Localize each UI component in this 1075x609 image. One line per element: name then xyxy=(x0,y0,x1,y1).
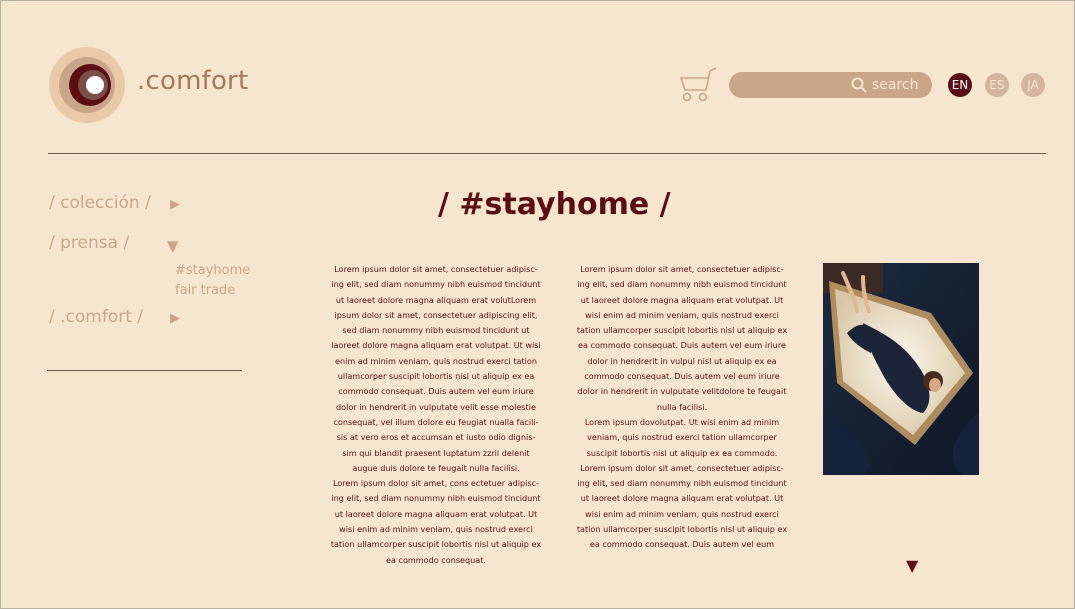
caret-right-icon[interactable]: ▶ xyxy=(170,197,180,212)
paragraph: Lorem ipsum dolor sit amet, cons ectetue… xyxy=(330,478,542,565)
submenu-item-stayhome[interactable]: #stayhome xyxy=(175,263,250,278)
lang-en-button[interactable]: EN xyxy=(948,73,972,97)
lang-es-button[interactable]: ES xyxy=(985,73,1009,97)
brand-name[interactable]: .comfort xyxy=(137,66,248,96)
paragraph: Lorem ipsum dolor sit amet, consectetuer… xyxy=(331,264,541,473)
search-bar[interactable]: search xyxy=(729,72,932,98)
cart-icon[interactable] xyxy=(678,66,718,104)
submenu-item-fair-trade[interactable]: fair trade xyxy=(175,283,235,298)
article-column-2: Lorem ipsum dolor sit amet, consectetuer… xyxy=(576,262,788,553)
paragraph: Lorem ipsum dolor sit amet, consectetuer… xyxy=(576,264,788,412)
header-divider xyxy=(48,153,1046,154)
page-title: / #stayhome / xyxy=(438,187,671,222)
paragraph: Lorem ipsum dovolutpat. Ut wisi enim ad … xyxy=(576,416,788,550)
search-label: search xyxy=(872,77,919,93)
nav-item-comfort[interactable]: / .comfort / xyxy=(49,307,143,327)
logo-icon[interactable] xyxy=(48,46,126,124)
lang-ja-button[interactable]: JA xyxy=(1021,73,1045,97)
sidebar-divider xyxy=(47,370,242,371)
caret-down-icon[interactable]: ▼ xyxy=(167,237,179,255)
article-photo[interactable] xyxy=(823,263,979,475)
caret-right-icon[interactable]: ▶ xyxy=(170,311,180,326)
article-column-1: Lorem ipsum dolor sit amet, consectetuer… xyxy=(330,262,542,568)
nav-item-coleccion[interactable]: / colección / xyxy=(49,193,151,213)
search-icon xyxy=(851,77,867,93)
nav-item-prensa[interactable]: / prensa / xyxy=(49,233,129,253)
scroll-down-icon[interactable]: ▼ xyxy=(906,556,918,575)
